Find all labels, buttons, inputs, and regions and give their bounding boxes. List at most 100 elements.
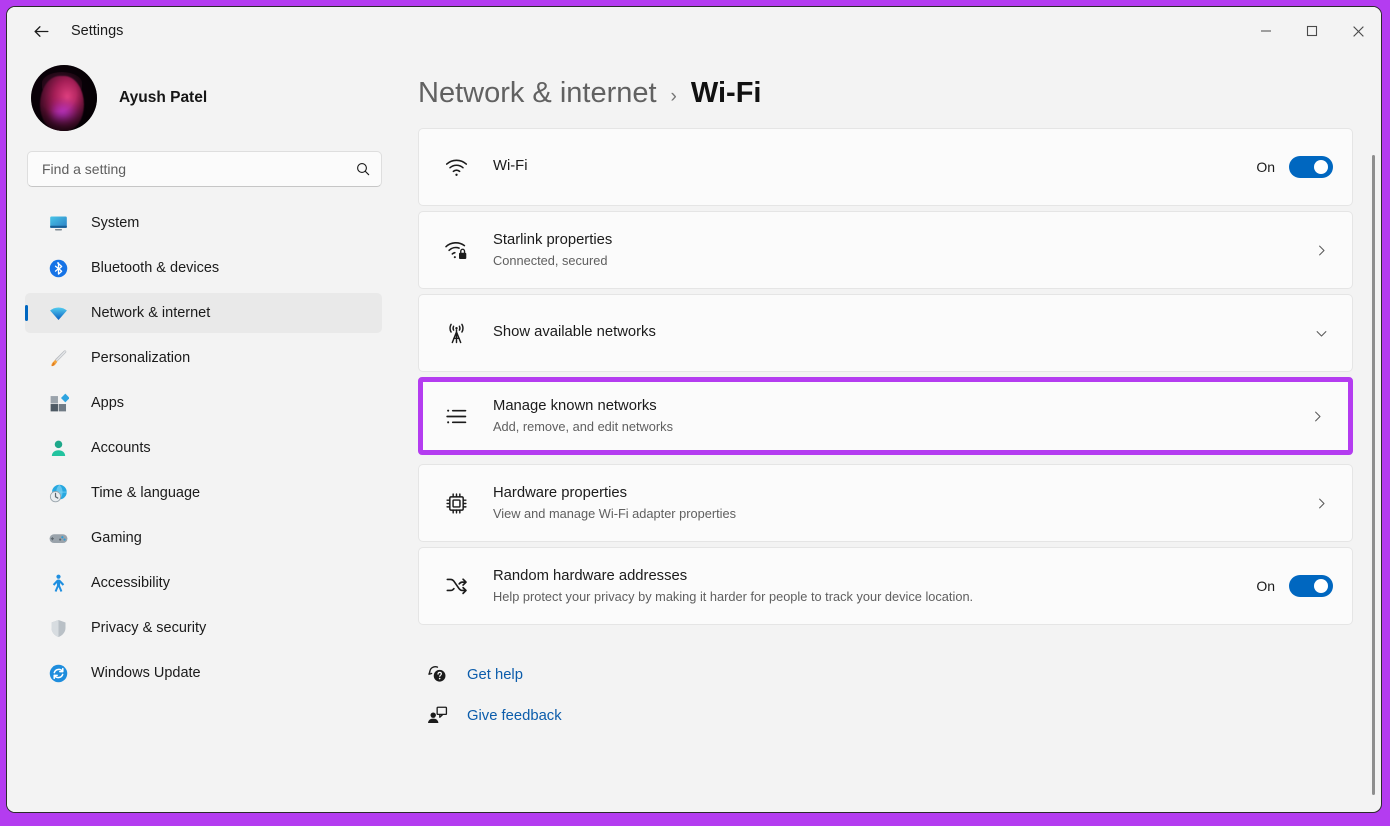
setting-control	[1310, 322, 1333, 345]
help-question-icon	[424, 664, 450, 685]
maximize-button[interactable]	[1289, 14, 1335, 48]
settings-window: Settings Ayush Patel Find a setting Syst…	[7, 7, 1381, 812]
setting-text: Show available networks	[493, 323, 1310, 343]
sidebar-item-time-language[interactable]: Time & language	[25, 473, 382, 513]
setting-row-wifi[interactable]: Wi-Fi On	[418, 128, 1353, 206]
sidebar-item-gaming[interactable]: Gaming	[25, 518, 382, 558]
radio-tower-icon	[441, 321, 471, 346]
sidebar-item-label: System	[91, 215, 140, 231]
window-body: Ayush Patel Find a setting System Blueto…	[7, 55, 1381, 812]
maximize-icon	[1306, 25, 1318, 37]
sidebar-item-privacy-security[interactable]: Privacy & security	[25, 608, 382, 648]
link-label: Get help	[467, 666, 523, 683]
wifi-toggle[interactable]	[1289, 156, 1333, 178]
wifi-signal-icon	[441, 155, 471, 180]
sidebar-item-label: Time & language	[91, 485, 201, 501]
sidebar-item-label: Apps	[91, 395, 125, 411]
screen-highlight-frame: Settings Ayush Patel Find a setting Syst…	[0, 0, 1390, 826]
setting-control	[1306, 405, 1329, 428]
sidebar-item-personalization[interactable]: Personalization	[25, 338, 382, 378]
profile-name: Ayush Patel	[119, 89, 208, 106]
toggle-knob	[1314, 160, 1328, 174]
breadcrumb: Network & internet › Wi-Fi	[418, 55, 1381, 128]
setting-text: Hardware properties View and manage Wi-F…	[493, 484, 1310, 523]
setting-control	[1310, 492, 1333, 515]
setting-control: On	[1256, 156, 1333, 178]
chevron-right-icon[interactable]	[1310, 239, 1333, 262]
give-feedback-link[interactable]: Give feedback	[424, 695, 1381, 736]
sidebar-nav: System Bluetooth & devices Network & int…	[25, 203, 382, 693]
setting-title: Starlink properties	[493, 231, 613, 248]
vertical-scrollbar[interactable]	[1372, 155, 1375, 795]
setting-row-starlink-properties[interactable]: Starlink properties Connected, secured	[418, 211, 1353, 289]
sidebar-item-accounts[interactable]: Accounts	[25, 428, 382, 468]
chevron-right-icon[interactable]	[1310, 492, 1333, 515]
setting-text: Starlink properties Connected, secured	[493, 231, 1310, 270]
setting-row-manage-known-networks[interactable]: Manage known networks Add, remove, and e…	[418, 377, 1353, 455]
sidebar-item-bluetooth-devices[interactable]: Bluetooth & devices	[25, 248, 382, 288]
shuffle-icon	[441, 574, 471, 599]
sidebar-item-apps[interactable]: Apps	[25, 383, 382, 423]
sidebar-item-label: Accounts	[91, 440, 151, 456]
back-arrow-icon	[34, 25, 48, 37]
setting-row-hardware-properties[interactable]: Hardware properties View and manage Wi-F…	[418, 464, 1353, 542]
get-help-link[interactable]: Get help	[424, 654, 1381, 695]
gamepad-icon	[47, 527, 69, 549]
wifi-lock-icon	[441, 238, 471, 263]
close-button[interactable]	[1335, 14, 1381, 48]
sidebar-item-accessibility[interactable]: Accessibility	[25, 563, 382, 603]
toggle-state-label: On	[1256, 159, 1275, 175]
minimize-icon	[1261, 30, 1271, 32]
back-button[interactable]	[23, 14, 59, 48]
sidebar-item-network-internet[interactable]: Network & internet	[25, 293, 382, 333]
feedback-person-icon	[424, 705, 450, 726]
user-profile[interactable]: Ayush Patel	[25, 55, 382, 141]
page-title: Wi-Fi	[690, 77, 762, 109]
wifi-icon	[47, 302, 69, 324]
setting-control: On	[1256, 575, 1333, 597]
setting-text: Manage known networks Add, remove, and e…	[493, 397, 1306, 436]
sidebar: Ayush Patel Find a setting System Blueto…	[7, 55, 400, 812]
setting-title: Wi-Fi	[493, 158, 528, 175]
setting-subtitle: View and manage Wi-Fi adapter properties	[493, 505, 737, 521]
person-icon	[47, 437, 69, 459]
setting-subtitle: Help protect your privacy by making it h…	[493, 588, 974, 604]
minimize-button[interactable]	[1243, 14, 1289, 48]
setting-text: Random hardware addresses Help protect y…	[493, 567, 1256, 606]
toggle-knob	[1314, 579, 1328, 593]
window-title: Settings	[71, 23, 124, 39]
setting-title: Hardware properties	[493, 484, 628, 501]
sidebar-item-label: Windows Update	[91, 665, 201, 681]
setting-title: Random hardware addresses	[493, 567, 688, 584]
breadcrumb-separator: ›	[670, 86, 677, 107]
sidebar-item-label: Bluetooth & devices	[91, 260, 220, 276]
footer-links: Get help Give feedback	[418, 630, 1381, 736]
setting-title: Manage known networks	[493, 397, 657, 414]
sidebar-item-windows-update[interactable]: Windows Update	[25, 653, 382, 693]
sidebar-item-label: Gaming	[91, 530, 142, 546]
title-bar: Settings	[7, 7, 1381, 55]
accessibility-icon	[47, 572, 69, 594]
search-icon	[357, 163, 370, 176]
chevron-down-icon[interactable]	[1310, 322, 1333, 345]
search-input[interactable]	[42, 161, 355, 177]
bluetooth-icon	[47, 257, 69, 279]
sidebar-item-label: Personalization	[91, 350, 191, 366]
setting-text: Wi-Fi	[493, 157, 1256, 177]
shield-icon	[47, 617, 69, 639]
chip-icon	[441, 491, 471, 516]
sidebar-item-label: Accessibility	[91, 575, 170, 591]
setting-row-show-available-networks[interactable]: Show available networks	[418, 294, 1353, 372]
close-icon	[1352, 25, 1364, 37]
chevron-right-icon[interactable]	[1306, 405, 1329, 428]
setting-subtitle: Connected, secured	[493, 252, 608, 268]
update-refresh-icon	[47, 662, 69, 684]
main-content: Network & internet › Wi-Fi Wi-Fi On Star…	[400, 55, 1381, 812]
sidebar-item-label: Network & internet	[91, 305, 211, 321]
breadcrumb-parent[interactable]: Network & internet	[418, 77, 657, 110]
list-icon	[441, 404, 471, 429]
random-hardware-addresses-toggle[interactable]	[1289, 575, 1333, 597]
sidebar-item-system[interactable]: System	[25, 203, 382, 243]
search-box[interactable]	[27, 151, 382, 187]
setting-row-random-hardware-addresses[interactable]: Random hardware addresses Help protect y…	[418, 547, 1353, 625]
